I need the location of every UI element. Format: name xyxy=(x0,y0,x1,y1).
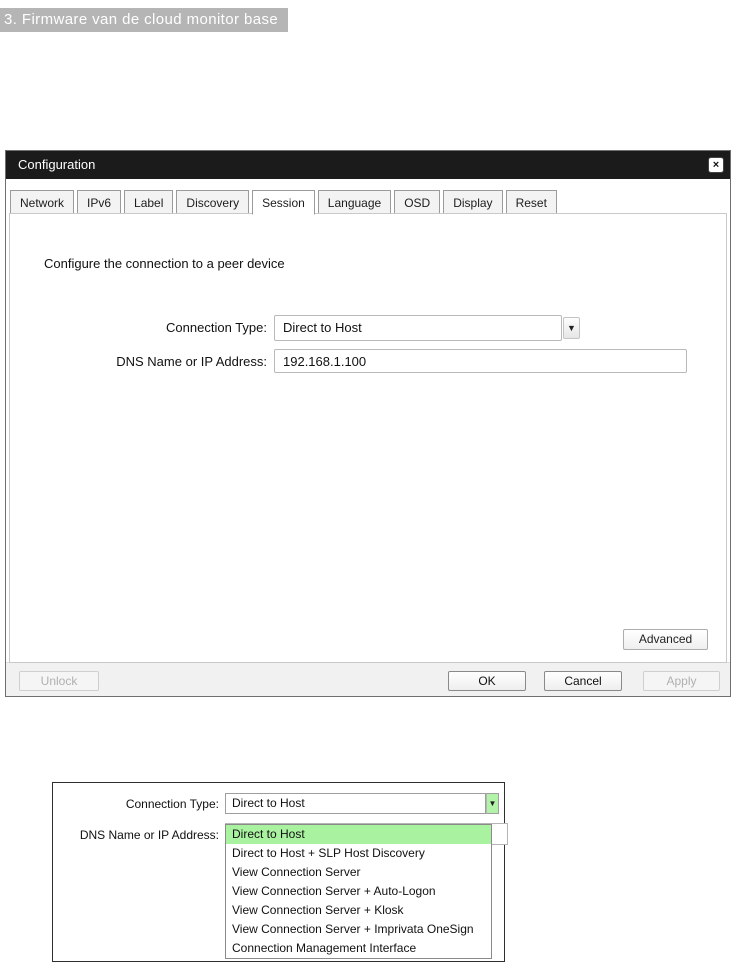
connection-type-dropdown-list: Direct to Host Direct to Host + SLP Host… xyxy=(225,824,492,959)
dns-input[interactable] xyxy=(274,349,687,373)
dropdown-option-vcs-imprivata-onesign[interactable]: View Connection Server + Imprivata OneSi… xyxy=(226,920,491,939)
dialog-title: Configuration xyxy=(18,157,96,172)
tab-label[interactable]: Label xyxy=(124,190,174,214)
session-description: Configure the connection to a peer devic… xyxy=(44,256,285,271)
snippet-connection-type-combobox[interactable]: Direct to Host ▼ xyxy=(225,793,499,814)
dropdown-option-direct-to-host-slp[interactable]: Direct to Host + SLP Host Discovery xyxy=(226,844,491,863)
tab-language[interactable]: Language xyxy=(317,190,392,214)
cancel-button[interactable]: Cancel xyxy=(544,671,622,691)
dialog-titlebar[interactable]: Configuration × xyxy=(6,151,730,179)
snippet-dns-label: DNS Name or IP Address: xyxy=(79,828,219,842)
configuration-dialog: Configuration × Network IPv6 Label Disco… xyxy=(5,150,731,697)
connection-type-combobox[interactable]: Direct to Host ▼ xyxy=(274,315,580,341)
snippet-connection-type-value[interactable]: Direct to Host xyxy=(225,793,486,814)
tab-reset[interactable]: Reset xyxy=(505,190,557,214)
apply-button[interactable]: Apply xyxy=(643,671,720,691)
snippet-connection-type-label: Connection Type: xyxy=(125,797,219,811)
dialog-footer: Unlock OK Cancel Apply xyxy=(6,662,730,696)
dropdown-option-connection-management-interface[interactable]: Connection Management Interface xyxy=(226,939,491,958)
tab-osd[interactable]: OSD xyxy=(394,190,441,214)
ok-button[interactable]: OK xyxy=(448,671,526,691)
tab-network[interactable]: Network xyxy=(10,190,75,214)
dropdown-option-vcs-klosk[interactable]: View Connection Server + Klosk xyxy=(226,901,491,920)
unlock-button[interactable]: Unlock xyxy=(19,671,99,691)
close-icon[interactable]: × xyxy=(708,157,724,173)
advanced-button[interactable]: Advanced xyxy=(623,629,708,650)
tab-display[interactable]: Display xyxy=(443,190,503,214)
dns-label: DNS Name or IP Address: xyxy=(116,354,267,369)
dropdown-option-vcs-auto-logon[interactable]: View Connection Server + Auto-Logon xyxy=(226,882,491,901)
tab-strip: Network IPv6 Label Discovery Session Lan… xyxy=(10,189,557,215)
session-tab-panel: Configure the connection to a peer devic… xyxy=(9,213,727,663)
tab-discovery[interactable]: Discovery xyxy=(176,190,250,214)
connection-type-value[interactable]: Direct to Host xyxy=(274,315,562,341)
dropdown-option-direct-to-host[interactable]: Direct to Host xyxy=(226,825,491,844)
tab-session[interactable]: Session xyxy=(252,190,315,215)
dropdown-option-view-connection-server[interactable]: View Connection Server xyxy=(226,863,491,882)
chevron-down-icon[interactable]: ▼ xyxy=(486,793,499,814)
page-heading: 3. Firmware van de cloud monitor base xyxy=(0,8,289,32)
chevron-down-icon[interactable]: ▼ xyxy=(563,317,580,339)
dropdown-snippet-panel: Connection Type: Direct to Host ▼ DNS Na… xyxy=(52,782,508,962)
tab-ipv6[interactable]: IPv6 xyxy=(77,190,122,214)
connection-type-label: Connection Type: xyxy=(166,320,267,335)
